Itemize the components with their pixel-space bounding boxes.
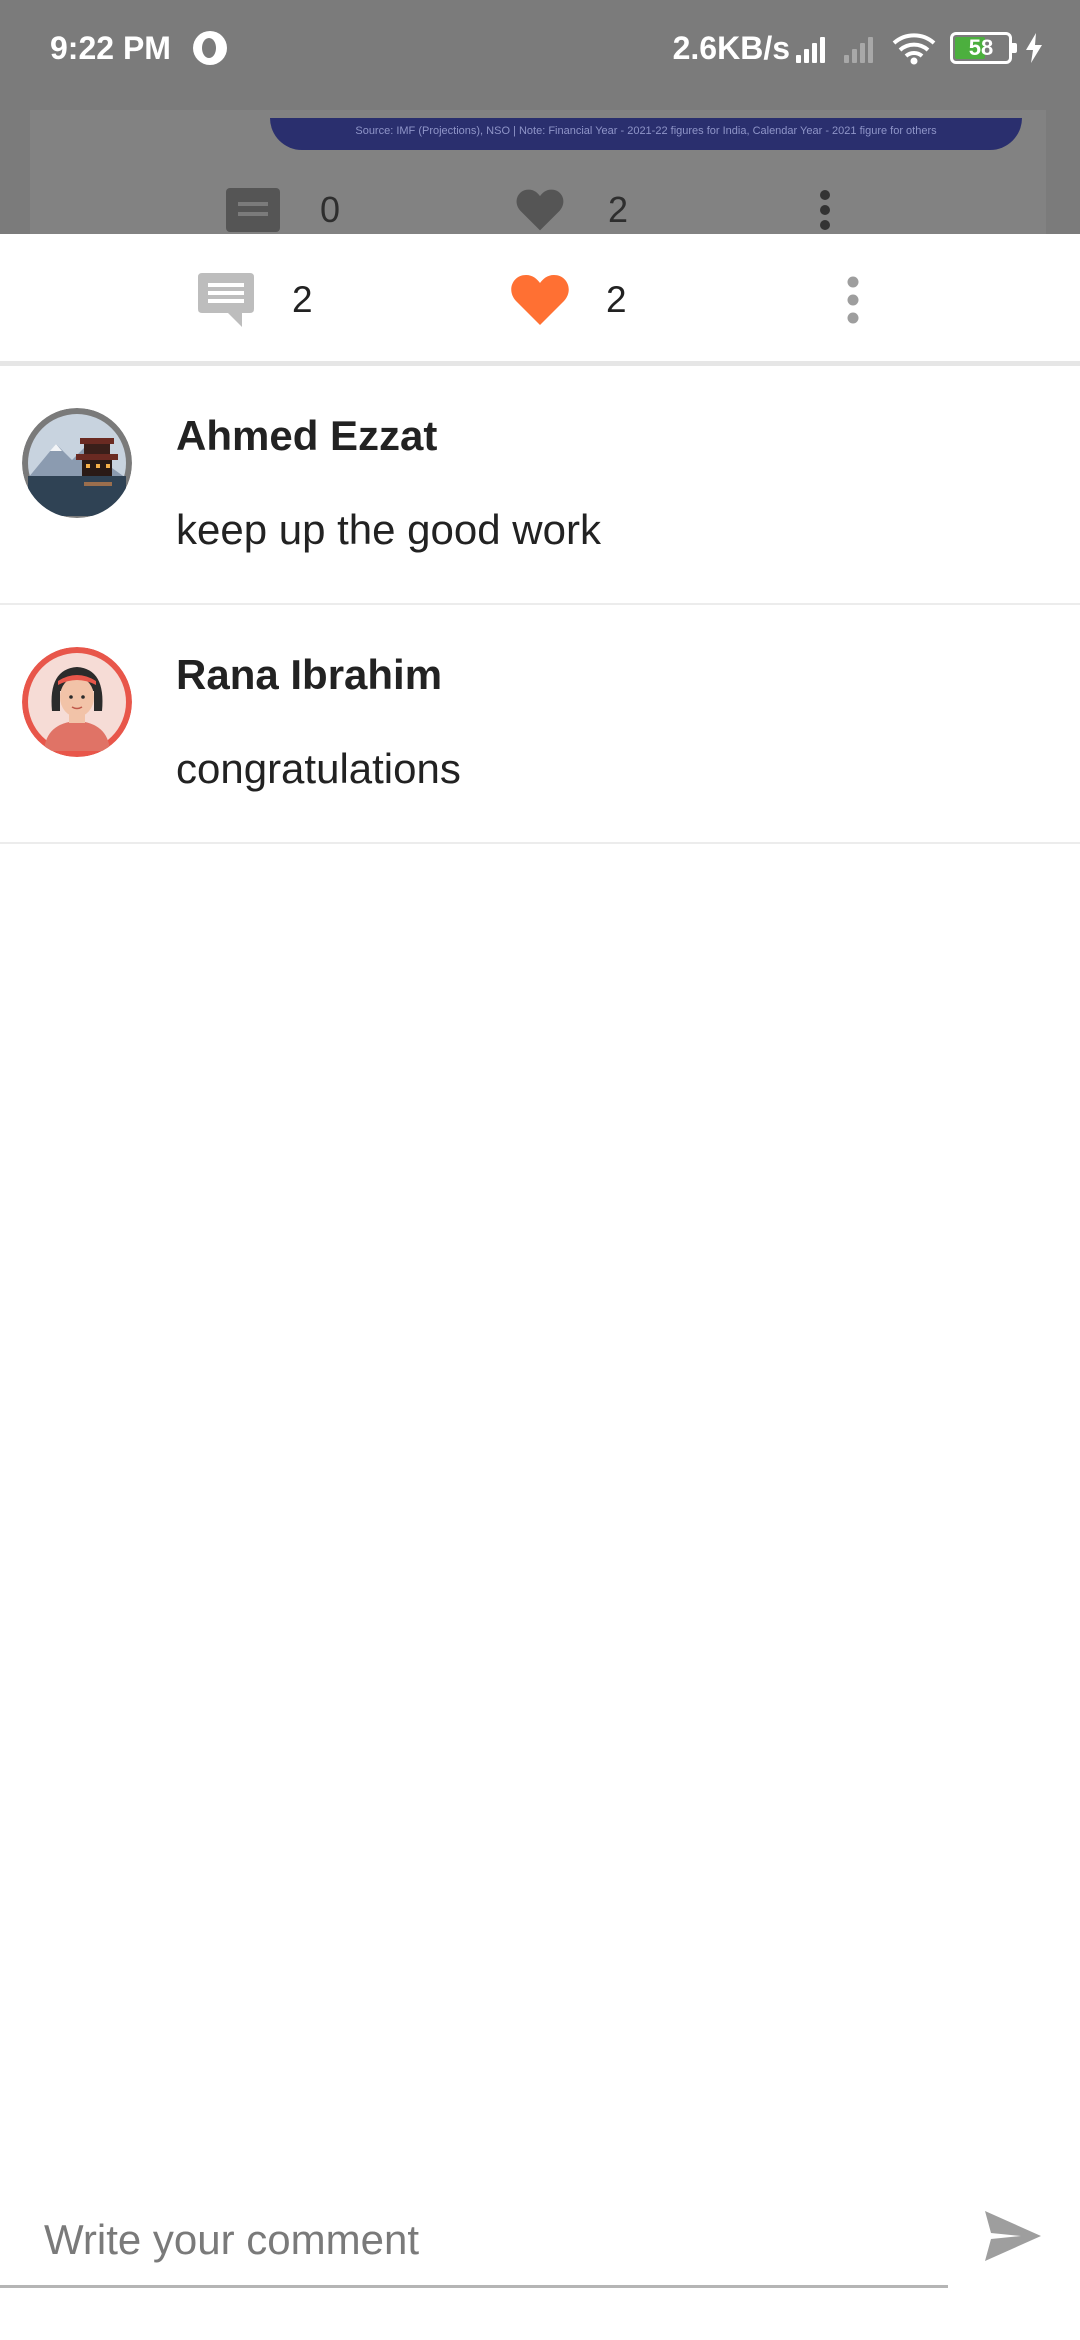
- avatar[interactable]: [22, 408, 132, 518]
- network-speed: 2.6KB/s: [672, 29, 790, 66]
- signal-no-service-icon: [844, 33, 876, 63]
- comment-icon: [198, 273, 254, 327]
- background-comment-count: 0: [320, 189, 341, 230]
- comment-text: keep up the good work: [176, 506, 601, 553]
- heart-icon: [511, 275, 569, 325]
- heart-icon: [516, 189, 564, 231]
- more-vert-icon: [847, 276, 859, 324]
- comment-author[interactable]: Rana Ibrahim: [176, 651, 442, 699]
- battery-level: 58: [968, 35, 994, 60]
- female-avatar-icon: [22, 647, 132, 757]
- status-time: 9:22 PM: [50, 29, 171, 66]
- app-notification-icon: [192, 31, 227, 65]
- comments-sheet: 2 2 Ahmed Ezzat keep up the good work Ra…: [0, 234, 1080, 2340]
- like-button[interactable]: 2: [510, 272, 627, 328]
- background-post-source-banner: Source: IMF (Projections), NSO | Note: F…: [270, 118, 1022, 150]
- landscape-photo-avatar-icon: [22, 408, 132, 518]
- like-count: 2: [606, 279, 627, 320]
- comment-author[interactable]: Ahmed Ezzat: [176, 412, 437, 460]
- signal-strong-icon: [796, 33, 828, 63]
- comment-list: Ahmed Ezzat keep up the good work Rana I…: [0, 366, 1080, 844]
- comments-button[interactable]: 2: [198, 272, 313, 328]
- background-like-action: 2: [512, 188, 628, 232]
- background-like-count: 2: [608, 189, 629, 230]
- post-action-bar: 2 2: [0, 234, 1080, 366]
- background-more-action: [818, 188, 832, 232]
- status-bar: 9:22 PM 2.6KB/s 58: [0, 0, 1080, 96]
- comment-item: Rana Ibrahim congratulations: [0, 605, 1080, 844]
- charging-icon: [1026, 33, 1042, 63]
- more-vert-icon: [820, 190, 830, 230]
- comment-count: 2: [292, 279, 313, 320]
- comment-icon: [226, 188, 280, 232]
- background-comment-action: 0: [226, 188, 340, 232]
- avatar[interactable]: [22, 647, 132, 757]
- wifi-icon: [892, 33, 936, 65]
- comment-compose-bar: [0, 2180, 1080, 2300]
- send-icon: [985, 2211, 1041, 2261]
- comment-text: congratulations: [176, 745, 461, 792]
- battery-icon: 58: [950, 32, 1017, 64]
- comment-input[interactable]: [0, 2194, 948, 2288]
- comment-item: Ahmed Ezzat keep up the good work: [0, 366, 1080, 605]
- more-options-button[interactable]: [838, 270, 868, 330]
- send-button[interactable]: [978, 2204, 1048, 2268]
